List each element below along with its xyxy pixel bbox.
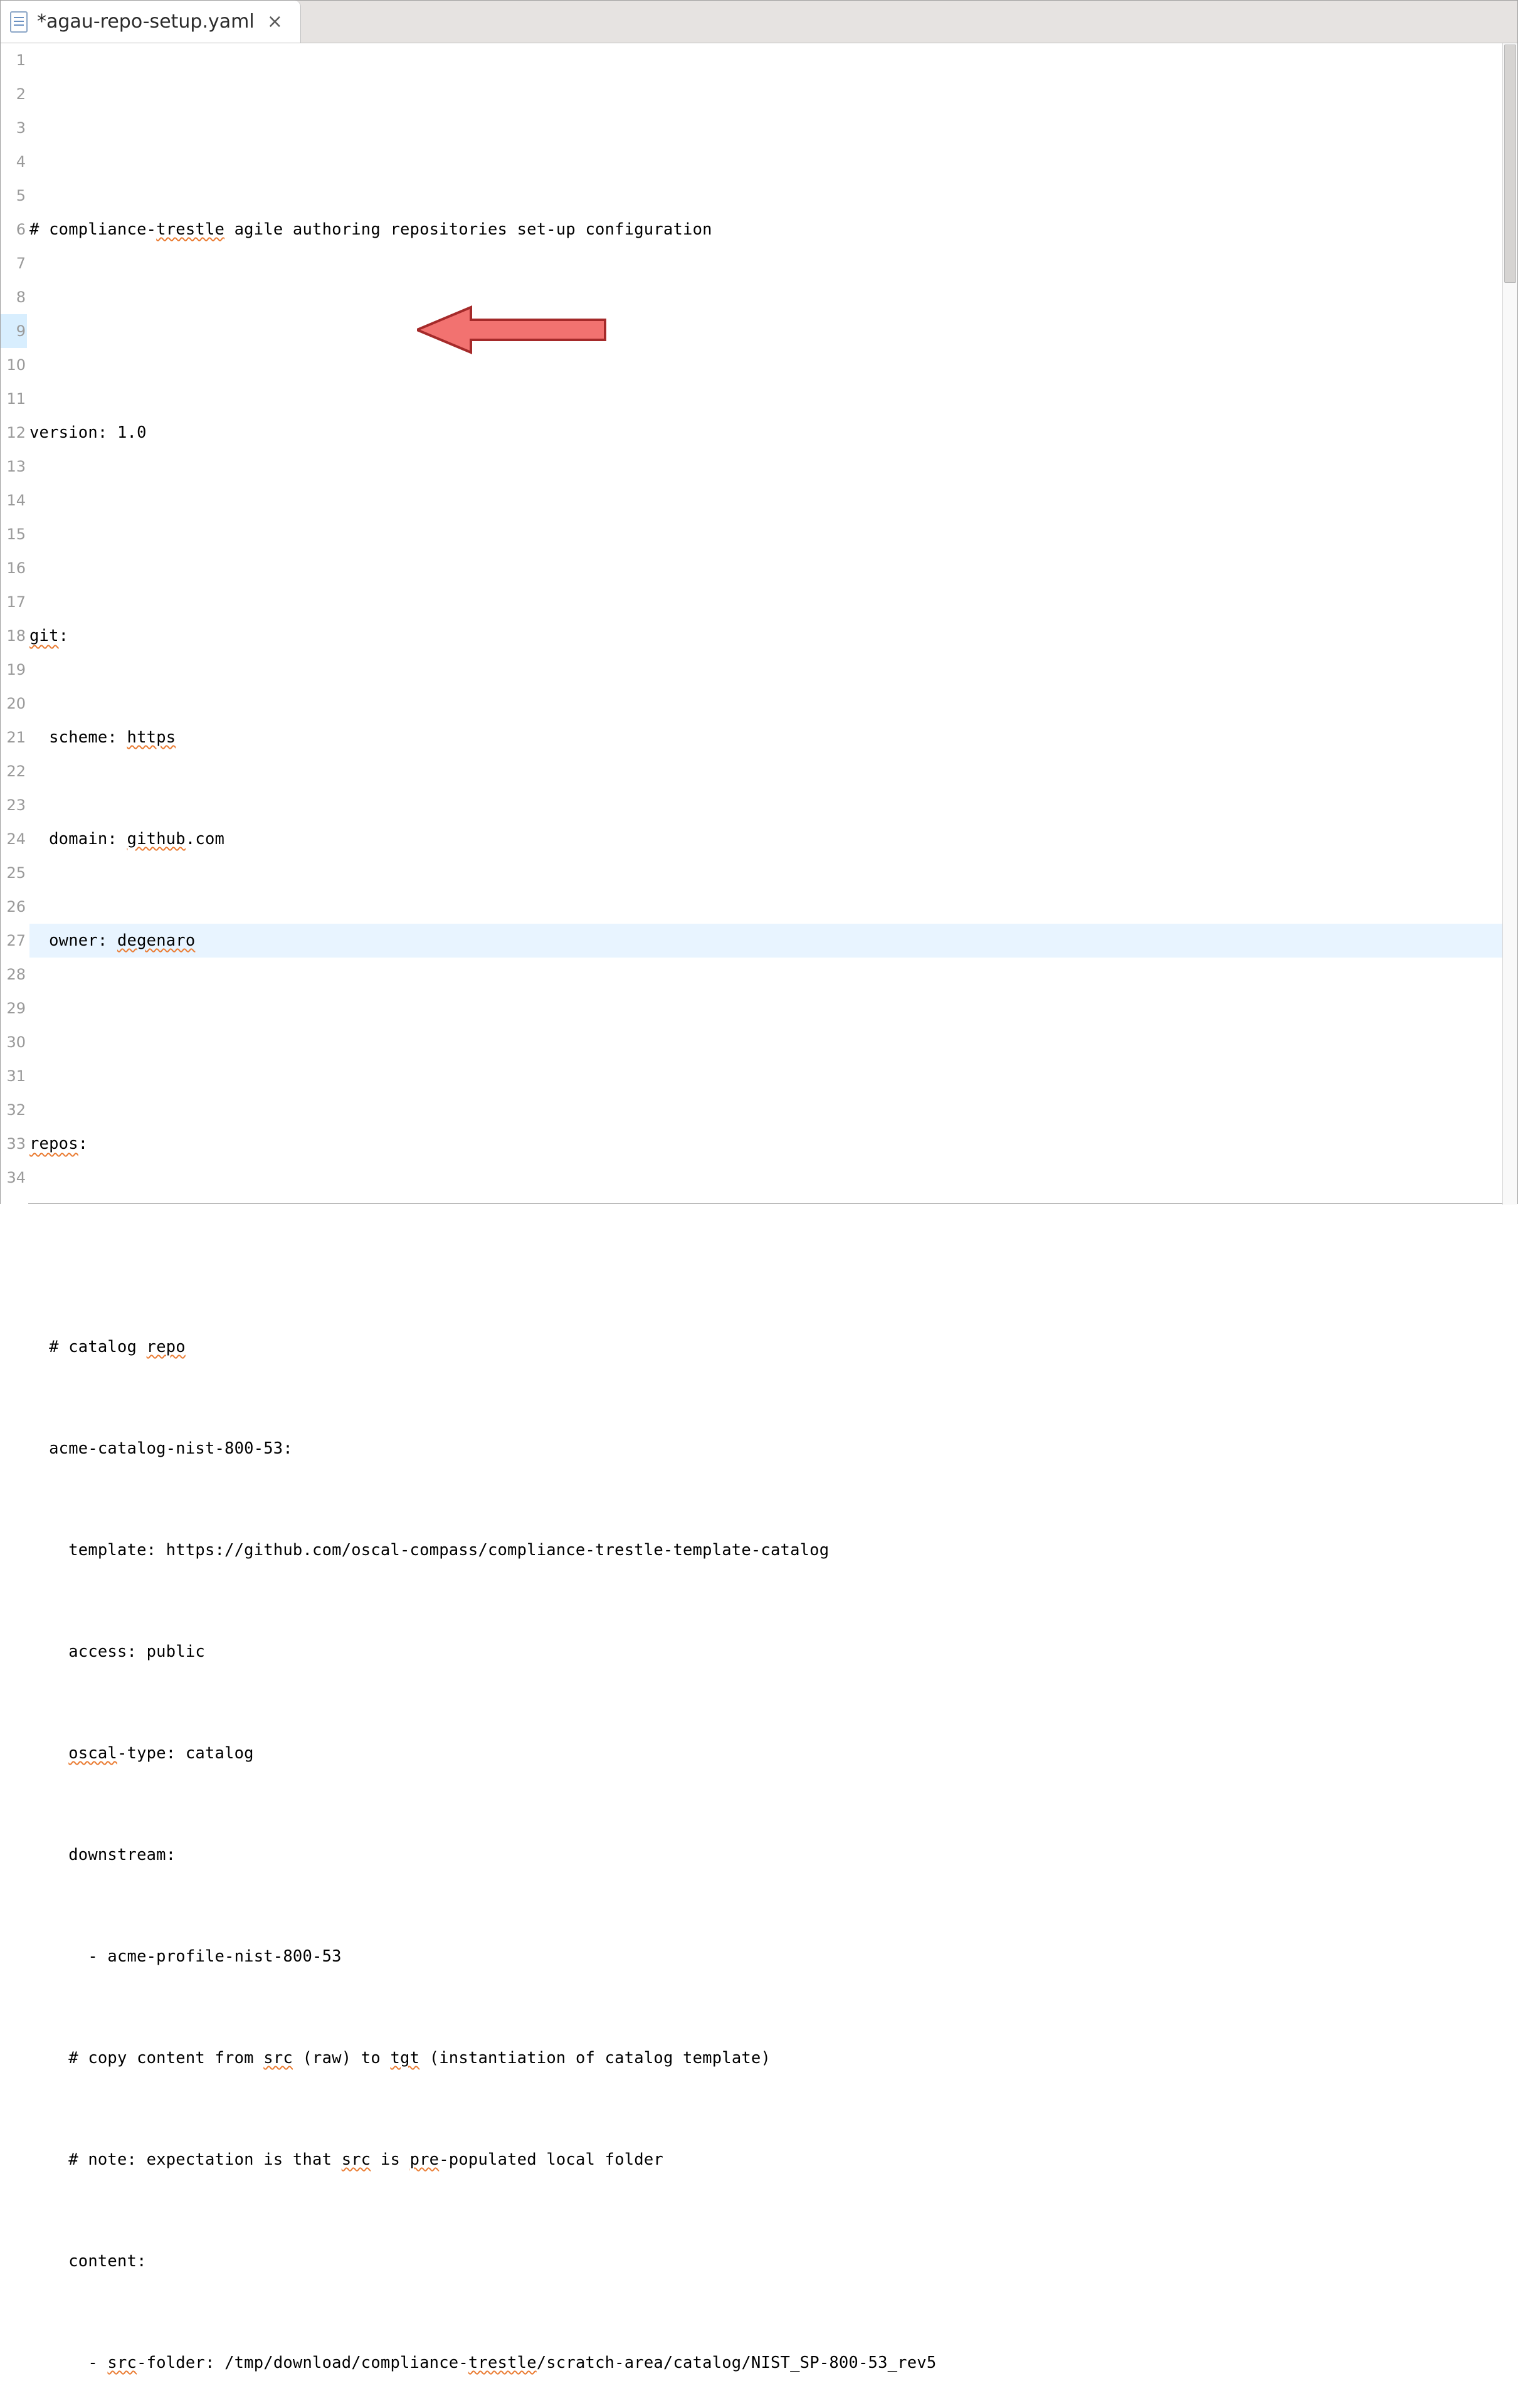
code-line: # compliance-trestle agile authoring rep… (29, 213, 1502, 246)
line-number: 31 (1, 1059, 27, 1093)
line-number: 29 (1, 991, 27, 1025)
line-number: 7 (1, 246, 27, 280)
tab-bar: *agau-repo-setup.yaml × (1, 1, 1517, 43)
line-number: 33 (1, 1127, 27, 1161)
line-number: 22 (1, 754, 27, 788)
code-line: content: (29, 2244, 1502, 2278)
code-line (29, 1025, 1502, 1059)
line-number: 9 (1, 314, 27, 348)
code-line: version: 1.0 (29, 416, 1502, 450)
code-line (29, 314, 1502, 348)
code-line (29, 517, 1502, 551)
line-number: 27 (1, 924, 27, 958)
code-line: # copy content from src (raw) to tgt (in… (29, 2041, 1502, 2075)
line-number: 17 (1, 585, 27, 619)
code-line: - acme-profile-nist-800-53 (29, 1940, 1502, 1973)
line-number: 16 (1, 551, 27, 585)
line-number: 26 (1, 890, 27, 924)
code-line-current: owner: degenaro (29, 924, 1502, 958)
code-line: git: (29, 619, 1502, 653)
line-number: 10 (1, 348, 27, 382)
code-line: # catalog repo (29, 1330, 1502, 1364)
line-number: 19 (1, 653, 27, 687)
code-line: domain: github.com (29, 822, 1502, 856)
line-number: 4 (1, 145, 27, 179)
code-line: downstream: (29, 1838, 1502, 1872)
vertical-scrollbar[interactable] (1502, 43, 1517, 1205)
tab-close-button[interactable]: × (263, 11, 287, 33)
line-number-gutter: 1 2 3 4 5 6 7 8 9 10 11 12 13 14 15 16 1… (1, 43, 28, 1205)
line-number: 11 (1, 382, 27, 416)
code-line: - src-folder: /tmp/download/compliance-t… (29, 2346, 1502, 2380)
code-line: oscal-type: catalog (29, 1736, 1502, 1770)
line-number: 28 (1, 958, 27, 991)
line-number: 5 (1, 179, 27, 213)
editor-window: *agau-repo-setup.yaml × 1 2 3 4 5 6 7 8 … (0, 0, 1518, 1204)
line-number: 21 (1, 721, 27, 754)
line-number: 3 (1, 111, 27, 145)
code-line: # note: expectation is that src is pre-p… (29, 2143, 1502, 2177)
file-tab[interactable]: *agau-repo-setup.yaml × (1, 1, 301, 43)
line-number: 30 (1, 1025, 27, 1059)
line-number: 18 (1, 619, 27, 653)
line-number: 8 (1, 280, 27, 314)
code-editor[interactable]: # compliance-trestle agile authoring rep… (28, 43, 1502, 1205)
scrollbar-thumb[interactable] (1504, 45, 1516, 283)
line-number: 34 (1, 1161, 27, 1195)
code-line: scheme: https (29, 721, 1502, 754)
code-line: access: public (29, 1635, 1502, 1669)
code-line: acme-catalog-nist-800-53: (29, 1432, 1502, 1465)
line-number: 2 (1, 77, 27, 111)
line-number: 14 (1, 483, 27, 517)
file-icon (9, 11, 28, 33)
line-number: 24 (1, 822, 27, 856)
line-number: 15 (1, 517, 27, 551)
line-number: 12 (1, 416, 27, 450)
code-line (29, 1228, 1502, 1262)
code-line: template: https://github.com/oscal-compa… (29, 1533, 1502, 1567)
line-number: 32 (1, 1093, 27, 1127)
editor-area: 1 2 3 4 5 6 7 8 9 10 11 12 13 14 15 16 1… (1, 43, 1517, 1205)
code-line: repos: (29, 1127, 1502, 1161)
tab-title: *agau-repo-setup.yaml (37, 11, 255, 33)
line-number: 1 (1, 43, 27, 77)
code-line (29, 111, 1502, 145)
line-number: 13 (1, 450, 27, 483)
line-number: 23 (1, 788, 27, 822)
line-number: 25 (1, 856, 27, 890)
line-number: 6 (1, 213, 27, 246)
line-number: 20 (1, 687, 27, 721)
